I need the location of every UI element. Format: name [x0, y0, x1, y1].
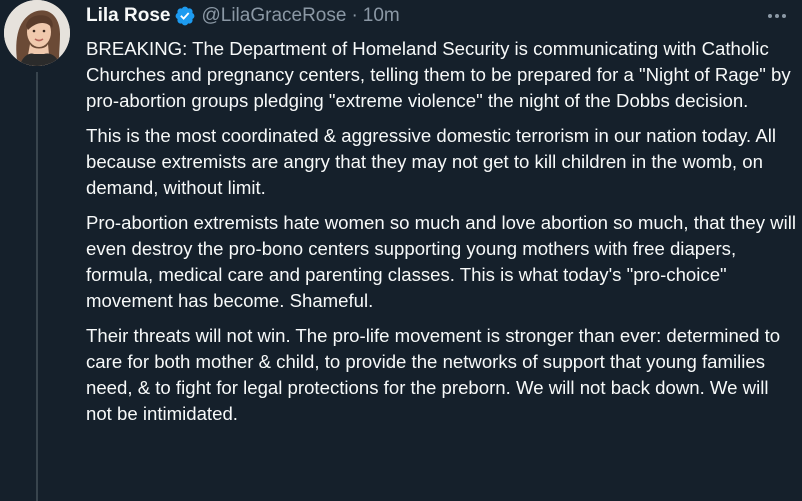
tweet-paragraph: BREAKING: The Department of Homeland Sec…	[86, 38, 791, 111]
author-handle[interactable]: @LilaGraceRose	[201, 5, 346, 27]
tweet-paragraph: Pro-abortion extremists hate women so mu…	[86, 212, 797, 311]
tweet-text: BREAKING: The Department of Homeland Sec…	[86, 36, 798, 436]
tweet-header: Lila Rose @LilaGraceRose · 10m	[86, 4, 400, 28]
thread-line	[36, 72, 38, 501]
tweet-paragraph: Their threats will not win. The pro-life…	[86, 325, 781, 424]
tweet-paragraph: This is the most coordinated & aggressiv…	[86, 125, 777, 198]
timestamp[interactable]: 10m	[363, 5, 400, 27]
separator-dot: ·	[351, 5, 358, 26]
verified-badge-icon	[174, 5, 196, 27]
profile-photo	[4, 0, 70, 66]
more-options-icon[interactable]	[764, 6, 790, 26]
avatar[interactable]	[4, 0, 70, 66]
author-name[interactable]: Lila Rose	[86, 5, 170, 27]
tweet[interactable]: Lila Rose @LilaGraceRose · 10m BREAKING:…	[0, 0, 802, 501]
